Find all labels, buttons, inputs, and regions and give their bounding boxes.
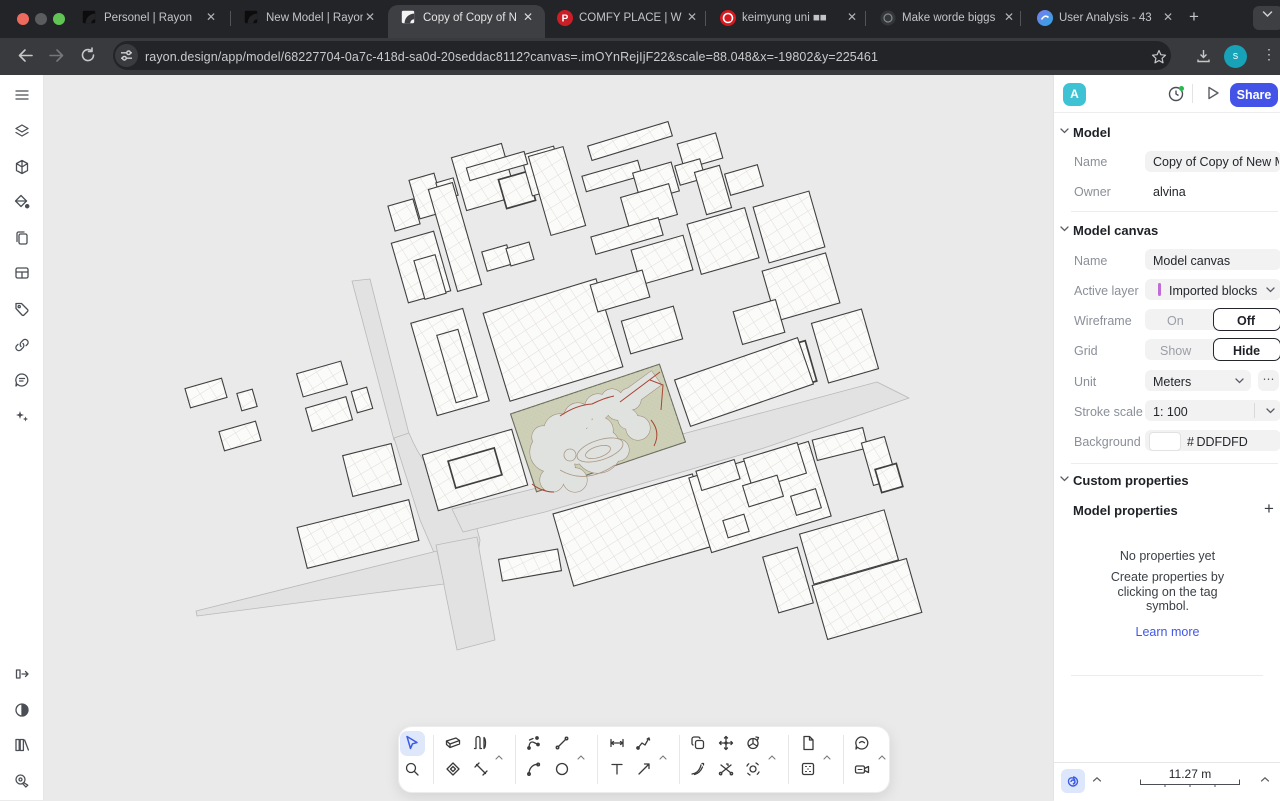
svg-text:P: P [562, 14, 569, 25]
